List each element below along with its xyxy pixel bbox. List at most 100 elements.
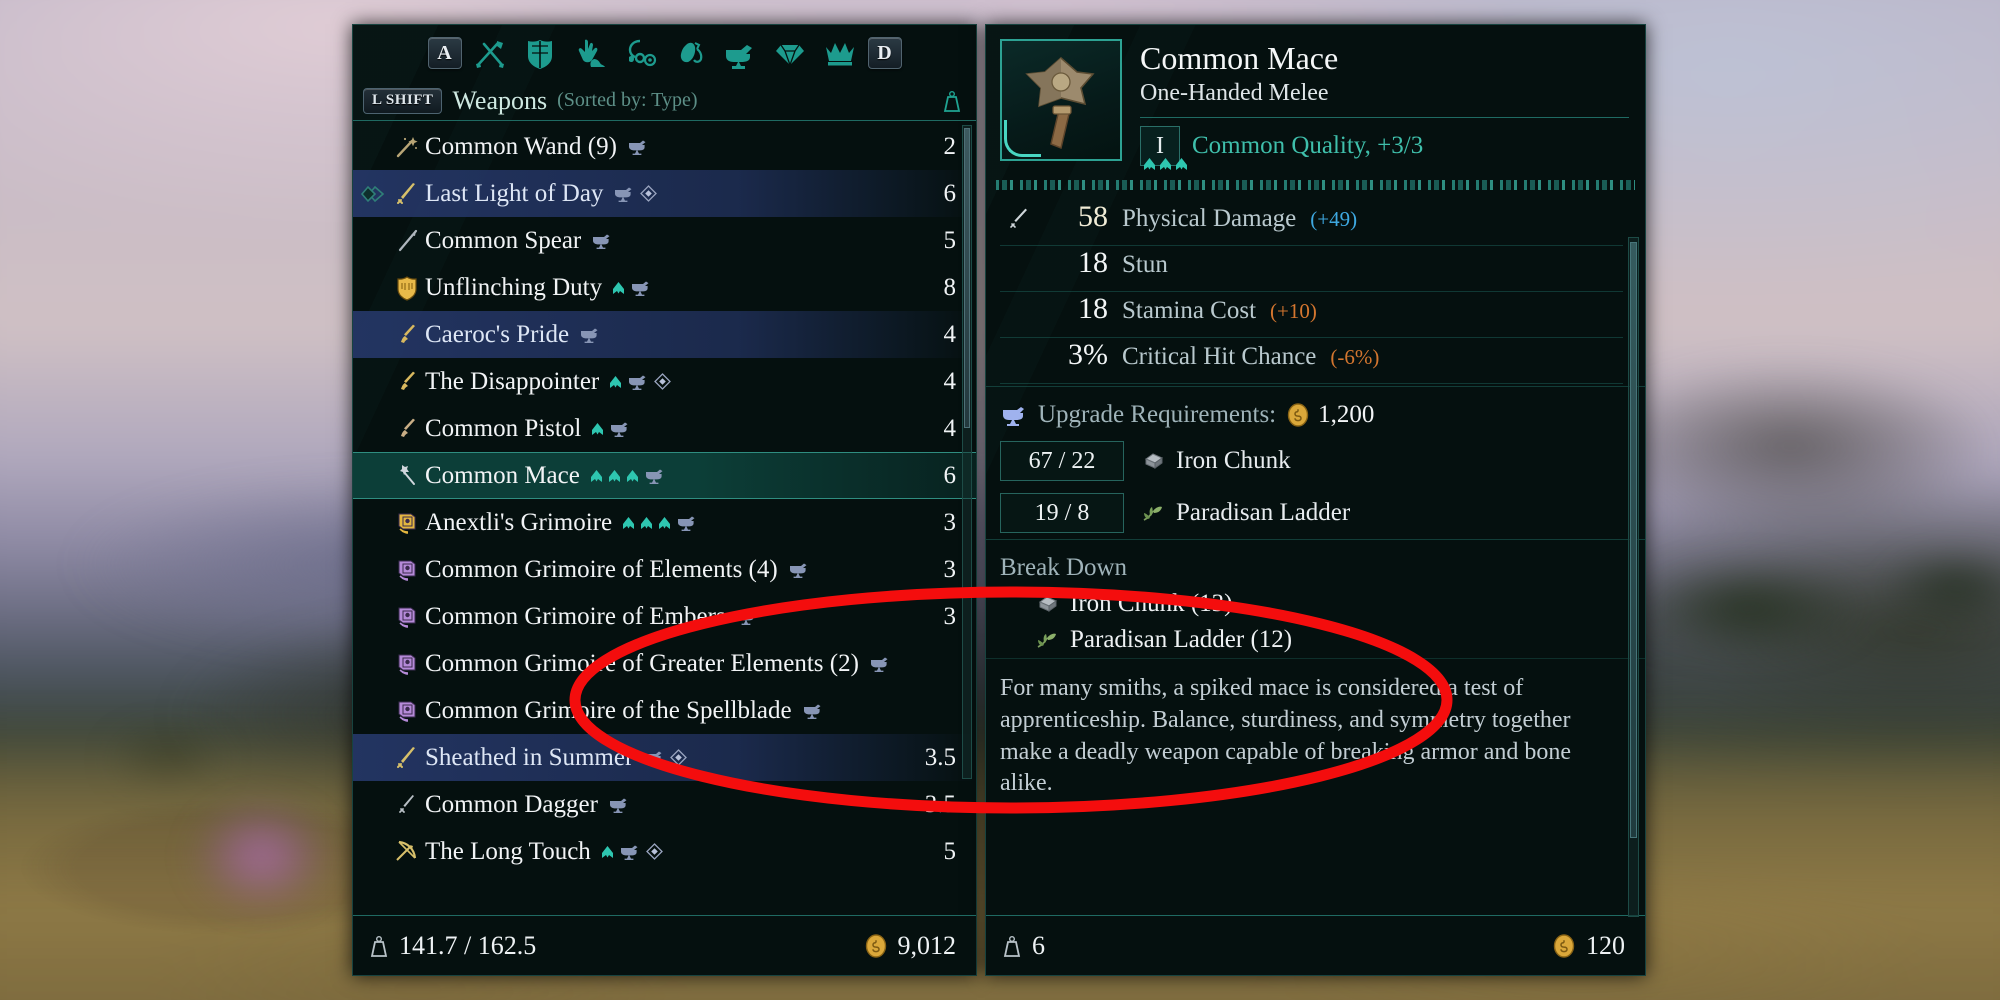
- grimoire-icon: [389, 604, 425, 630]
- upgrade-cost-value: 1,200: [1318, 401, 1375, 429]
- sword-small-icon: [1006, 206, 1032, 232]
- anvil-icon: [613, 185, 635, 203]
- list-item[interactable]: Anextli's Grimoire 3: [353, 499, 976, 546]
- list-item-weight: 3: [943, 602, 957, 630]
- upgrade-requirements-section: Upgrade Requirements: 1,200 67 / 22 Iron …: [986, 386, 1645, 539]
- tab-key-d[interactable]: D: [867, 37, 902, 69]
- list-item-name: Common Wand (9): [425, 132, 617, 160]
- list-header: L SHIFT Weapons (Sorted by: Type): [353, 81, 976, 121]
- anvil-icon: [591, 232, 613, 250]
- tab-weapons[interactable]: [468, 34, 512, 72]
- list-item-name: Common Spear: [425, 226, 582, 254]
- list-item[interactable]: Common Grimoire of the Spellblade: [353, 687, 976, 734]
- gloves-boots-icon: [573, 37, 607, 69]
- list-item[interactable]: Common Dagger 3.5: [353, 781, 976, 828]
- list-item[interactable]: Common Grimoire of Embers 3: [353, 593, 976, 640]
- equipped-marker-icon: [359, 184, 389, 204]
- list-item-weight: 4: [943, 320, 957, 348]
- stat-label: Stun: [1122, 251, 1168, 279]
- tab-consumables[interactable]: [668, 34, 712, 72]
- stat-label: Physical Damage: [1122, 205, 1297, 233]
- list-item-name: The Disappointer: [425, 367, 600, 395]
- tab-accessories[interactable]: [568, 34, 612, 72]
- category-tabbar: AD: [353, 25, 976, 81]
- quality-pip-icon: [590, 469, 603, 483]
- detail-scrollbar[interactable]: [1628, 237, 1639, 917]
- carry-weight-value: 141.7 / 162.5: [399, 930, 537, 960]
- inventory-footer: 141.7 / 162.5 9,012: [353, 915, 976, 975]
- weight-icon: [942, 89, 962, 113]
- grimoire-icon: [389, 510, 425, 536]
- list-item-badges: [627, 138, 649, 156]
- anvil-icon: [869, 655, 891, 673]
- list-item-badges: [869, 655, 891, 673]
- weight-icon: [1002, 934, 1022, 958]
- quality-pip-icon: [626, 469, 639, 483]
- item-weight: 6: [1002, 931, 1045, 961]
- material-name: Paradisan Ladder: [1176, 499, 1351, 527]
- tab-crafting[interactable]: [718, 34, 762, 72]
- coin-icon: [864, 933, 888, 958]
- item-flavor-text: For many smiths, a spiked mace is consid…: [986, 658, 1645, 804]
- stat-row: 58 Physical Damage (+49): [1000, 200, 1623, 247]
- anvil-icon: [608, 796, 630, 814]
- list-item[interactable]: Common Bow5: [353, 875, 976, 883]
- inventory-scrollbar[interactable]: [962, 125, 972, 779]
- tab-gems[interactable]: [768, 34, 812, 72]
- gem-socket-icon: [670, 749, 688, 766]
- stat-value: 18: [1078, 246, 1108, 280]
- shift-keycap[interactable]: L SHIFT: [363, 87, 443, 114]
- grimoire-icon: [389, 651, 425, 677]
- list-item[interactable]: Common Grimoire of Greater Elements (2): [353, 640, 976, 687]
- leaf-icon: [1034, 629, 1060, 651]
- tab-valuables[interactable]: [818, 34, 862, 72]
- list-item[interactable]: Common Spear 5: [353, 217, 976, 264]
- anvil-icon: [609, 420, 631, 438]
- stat-row: 3% Critical Hit Chance (-6%): [1000, 338, 1623, 385]
- scrollbar-thumb[interactable]: [964, 128, 970, 428]
- list-item[interactable]: Sheathed in Summer 3.5: [353, 734, 976, 781]
- shield-icon: [389, 275, 425, 301]
- pistol-icon: [389, 416, 425, 442]
- spear-icon: [389, 228, 425, 254]
- list-item-badges: [612, 279, 652, 297]
- anvil-icon: [788, 561, 810, 579]
- list-item-name: Last Light of Day: [425, 179, 604, 207]
- sort-mode-label[interactable]: (Sorted by: Type): [557, 89, 697, 112]
- tab-key-a[interactable]: A: [427, 37, 462, 69]
- stat-value: 18: [1078, 292, 1108, 326]
- list-item[interactable]: Last Light of Day 6: [353, 170, 976, 217]
- anvil-icon: [627, 373, 649, 391]
- item-thumbnail[interactable]: [1000, 39, 1122, 161]
- tab-armor[interactable]: [518, 34, 562, 72]
- list-item-name: Common Grimoire of Elements (4): [425, 555, 778, 583]
- list-item-name: Common Mace: [425, 461, 580, 489]
- anvil-hammer-icon: [723, 37, 757, 69]
- item-detail-panel: Common Mace One-Handed Melee I Common Qu…: [985, 24, 1646, 976]
- iron-chunk-icon: [1140, 450, 1166, 472]
- list-item[interactable]: Unflinching Duty 8: [353, 264, 976, 311]
- gem-socket-icon: [654, 373, 672, 390]
- list-item-name: Common Grimoire of Greater Elements (2): [425, 649, 859, 677]
- list-item[interactable]: Common Pistol 4: [353, 405, 976, 452]
- list-item[interactable]: Common Wand (9) 2: [353, 123, 976, 170]
- list-item[interactable]: The Long Touch 5: [353, 828, 976, 875]
- list-item[interactable]: Caeroc's Pride 4: [353, 311, 976, 358]
- stat-row: 18 Stun: [1000, 246, 1623, 293]
- item-subtype: One-Handed Melee: [1140, 80, 1329, 107]
- header-divider: [1140, 117, 1629, 119]
- list-item[interactable]: Common Grimoire of Elements (4) 3: [353, 546, 976, 593]
- list-item-weight: 5: [943, 837, 957, 865]
- list-item-badges: [601, 843, 663, 861]
- scrollbar-thumb[interactable]: [1630, 242, 1637, 838]
- list-item-weight: 6: [943, 179, 957, 207]
- item-list[interactable]: Common Wand (9) 2 Last Light of Day 6 Common…: [353, 121, 976, 883]
- quality-pip-icon: [612, 281, 625, 295]
- list-item-weight: 3: [943, 555, 957, 583]
- stat-row: 18 Stamina Cost (+10): [1000, 292, 1623, 339]
- list-item[interactable]: Common Mace 6: [353, 452, 976, 499]
- tab-jewelry[interactable]: [618, 34, 662, 72]
- mace-artwork-icon: [1002, 41, 1120, 159]
- list-item[interactable]: The Disappointer 4: [353, 358, 976, 405]
- list-item-name: Sheathed in Summer: [425, 743, 634, 771]
